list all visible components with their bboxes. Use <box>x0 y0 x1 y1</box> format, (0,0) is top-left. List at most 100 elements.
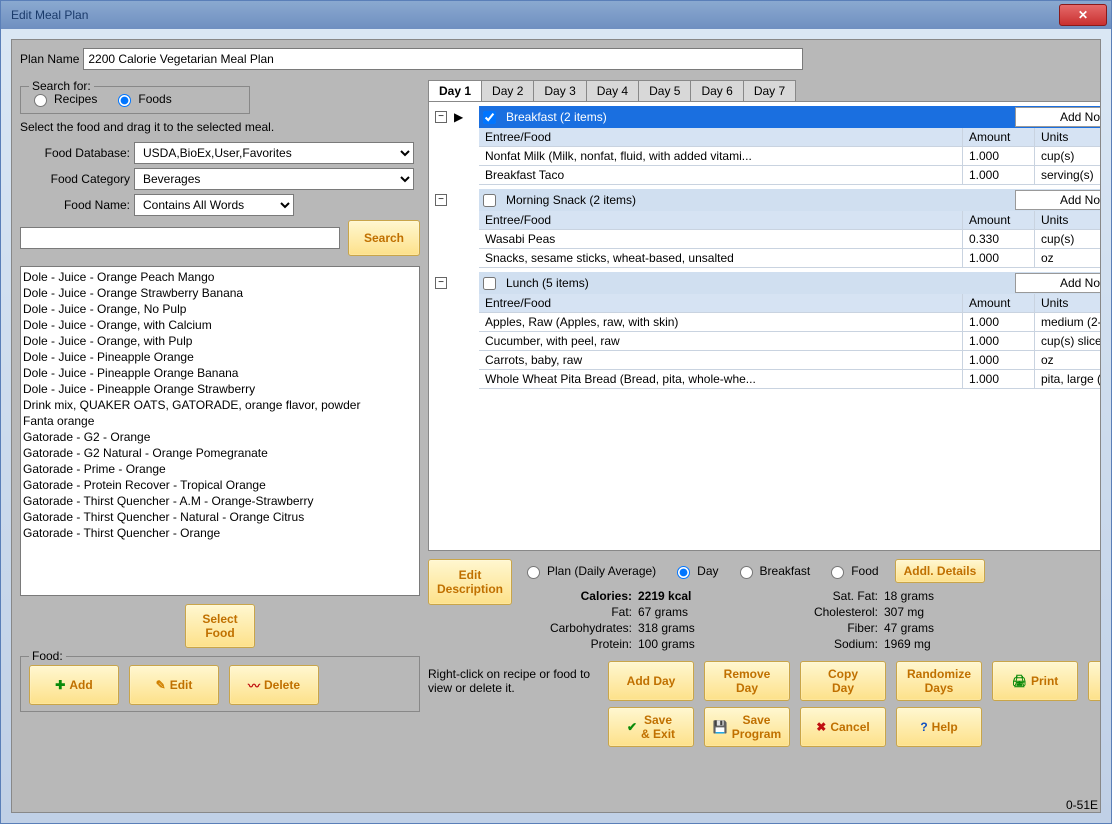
food-result-item[interactable]: Drink mix, QUAKER OATS, GATORADE, orange… <box>23 397 417 413</box>
food-result-item[interactable]: Gatorade - G2 - Orange <box>23 429 417 445</box>
food-result-item[interactable]: Fanta orange <box>23 413 417 429</box>
meal-plan-tree[interactable]: − ▶ Breakfast (2 items) Add Note Entree/… <box>428 101 1101 551</box>
food-result-item[interactable]: Dole - Juice - Orange, No Pulp <box>23 301 417 317</box>
food-result-item[interactable]: Dole - Juice - Orange Peach Mango <box>23 269 417 285</box>
food-result-item[interactable]: Gatorade - Protein Recover - Tropical Or… <box>23 477 417 493</box>
amount-cell: 1.000 <box>963 166 1035 184</box>
tree-toggle[interactable]: − <box>435 194 447 206</box>
satfat-value: 18 grams <box>884 589 974 603</box>
radio-day[interactable]: Day <box>672 563 718 579</box>
day-tab[interactable]: Day 1 <box>428 80 482 101</box>
add-note-button[interactable]: Add Note <box>1015 107 1101 127</box>
meal-checkbox[interactable] <box>483 111 496 124</box>
meal-row[interactable]: Apples, Raw (Apples, raw, with skin) 1.0… <box>479 313 1101 332</box>
radio-plan-avg[interactable]: Plan (Daily Average) <box>522 563 656 579</box>
randomize-days-button[interactable]: Randomize Days <box>896 661 982 701</box>
food-result-item[interactable]: Gatorade - Thirst Quencher - A.M - Orang… <box>23 493 417 509</box>
delete-food-button[interactable]: 〰Delete <box>229 665 319 705</box>
tree-toggle[interactable]: − <box>435 111 447 123</box>
help-button[interactable]: ?Help <box>896 707 982 747</box>
select-food-button[interactable]: Select Food <box>185 604 255 648</box>
search-for-fieldset: Search for: Recipes Foods <box>20 86 250 114</box>
meal-header[interactable]: Breakfast (2 items) Add Note <box>479 106 1101 128</box>
edit-meal-plan-window: Edit Meal Plan ✕ Plan Name Search for: R… <box>0 0 1112 824</box>
meal-row[interactable]: Snacks, sesame sticks, wheat-based, unsa… <box>479 249 1101 268</box>
day-tab[interactable]: Day 6 <box>690 80 743 101</box>
meal-row[interactable]: Nonfat Milk (Milk, nonfat, fluid, with a… <box>479 147 1101 166</box>
units-cell: oz <box>1035 351 1101 369</box>
food-result-item[interactable]: Dole - Juice - Pineapple Orange Strawber… <box>23 381 417 397</box>
food-name-match-select[interactable]: Contains All Words <box>134 194 294 216</box>
day-tab[interactable]: Day 3 <box>533 80 586 101</box>
radio-foods[interactable]: Foods <box>113 91 171 107</box>
plan-name-input[interactable] <box>83 48 803 70</box>
radio-breakfast[interactable]: Breakfast <box>735 563 811 579</box>
radio-recipes[interactable]: Recipes <box>29 91 97 107</box>
food-database-select[interactable]: USDA,BioEx,User,Favorites <box>134 142 414 164</box>
search-button[interactable]: Search <box>348 220 420 256</box>
tree-toggle[interactable]: − <box>435 277 447 289</box>
plus-icon: ✚ <box>55 678 65 692</box>
print-button[interactable]: 🖨Print <box>992 661 1078 701</box>
food-category-label: Food Category <box>20 172 130 186</box>
amount-cell: 1.000 <box>963 351 1035 369</box>
carbs-label: Carbohydrates: <box>522 621 632 635</box>
amount-cell: 1.000 <box>963 332 1035 350</box>
copy-day-button[interactable]: Copy Day <box>800 661 886 701</box>
units-cell: pita, large (6-... <box>1035 370 1101 388</box>
add-note-button[interactable]: Add Note <box>1015 190 1101 210</box>
meal-row[interactable]: Carrots, baby, raw 1.000 oz <box>479 351 1101 370</box>
edit-food-button[interactable]: ✎Edit <box>129 665 219 705</box>
add-note-button[interactable]: Add Note <box>1015 273 1101 293</box>
food-result-item[interactable]: Gatorade - G2 Natural - Orange Pomegrana… <box>23 445 417 461</box>
fiber-value: 47 grams <box>884 621 974 635</box>
meal-checkbox[interactable] <box>483 277 496 290</box>
food-name-input[interactable] <box>20 227 340 249</box>
fat-label: Fat: <box>522 605 632 619</box>
meal-row[interactable]: Breakfast Taco 1.000 serving(s) <box>479 166 1101 185</box>
view-button[interactable]: 👓View <box>1088 661 1101 701</box>
food-result-item[interactable]: Dole - Juice - Orange Strawberry Banana <box>23 285 417 301</box>
day-tab[interactable]: Day 7 <box>743 80 796 101</box>
food-result-item[interactable]: Dole - Juice - Pineapple Orange <box>23 349 417 365</box>
addl-details-button[interactable]: Addl. Details <box>895 559 986 583</box>
food-category-select[interactable]: Beverages <box>134 168 414 190</box>
food-result-item[interactable]: Dole - Juice - Pineapple Orange Banana <box>23 365 417 381</box>
meal-checkbox[interactable] <box>483 194 496 207</box>
close-button[interactable]: ✕ <box>1059 4 1107 26</box>
food-database-label: Food Database: <box>20 146 130 160</box>
add-food-button[interactable]: ✚Add <box>29 665 119 705</box>
meal-row[interactable]: Wasabi Peas 0.330 cup(s) <box>479 230 1101 249</box>
question-icon: ? <box>920 720 927 734</box>
food-result-item[interactable]: Gatorade - Thirst Quencher - Orange <box>23 525 417 541</box>
carbs-value: 318 grams <box>638 621 728 635</box>
remove-day-button[interactable]: Remove Day <box>704 661 790 701</box>
day-tab[interactable]: Day 4 <box>586 80 639 101</box>
day-tab[interactable]: Day 5 <box>638 80 691 101</box>
food-result-item[interactable]: Dole - Juice - Orange, with Calcium <box>23 317 417 333</box>
meal-header[interactable]: Lunch (5 items) Add Note <box>479 272 1101 294</box>
meal-row[interactable]: Cucumber, with peel, raw 1.000 cup(s) sl… <box>479 332 1101 351</box>
food-name-cell: Wasabi Peas <box>479 230 963 248</box>
day-tab[interactable]: Day 2 <box>481 80 534 101</box>
food-results-list[interactable]: Dole - Juice - Orange Peach MangoDole - … <box>20 266 420 596</box>
save-program-button[interactable]: 💾Save Program <box>704 707 790 747</box>
chol-value: 307 mg <box>884 605 974 619</box>
add-day-button[interactable]: Add Day <box>608 661 694 701</box>
edit-description-button[interactable]: Edit Description <box>428 559 512 605</box>
left-panel: Search for: Recipes Foods Select the foo… <box>20 80 420 796</box>
protein-label: Protein: <box>522 637 632 651</box>
food-result-item[interactable]: Gatorade - Prime - Orange <box>23 461 417 477</box>
food-result-item[interactable]: Dole - Juice - Orange, with Pulp <box>23 333 417 349</box>
drag-instruction: Select the food and drag it to the selec… <box>20 120 420 134</box>
save-exit-button[interactable]: ✔Save & Exit <box>608 707 694 747</box>
food-result-item[interactable]: Gatorade - Thirst Quencher - Natural - O… <box>23 509 417 525</box>
cancel-button[interactable]: ✖Cancel <box>800 707 886 747</box>
meal-row[interactable]: Whole Wheat Pita Bread (Bread, pita, who… <box>479 370 1101 389</box>
food-name-cell: Snacks, sesame sticks, wheat-based, unsa… <box>479 249 963 267</box>
fat-value: 67 grams <box>638 605 728 619</box>
day-tabs: Day 1Day 2Day 3Day 4Day 5Day 6Day 7 <box>428 80 1101 101</box>
radio-food[interactable]: Food <box>826 563 878 579</box>
food-actions-legend: Food: <box>29 649 66 663</box>
meal-header[interactable]: Morning Snack (2 items) Add Note <box>479 189 1101 211</box>
